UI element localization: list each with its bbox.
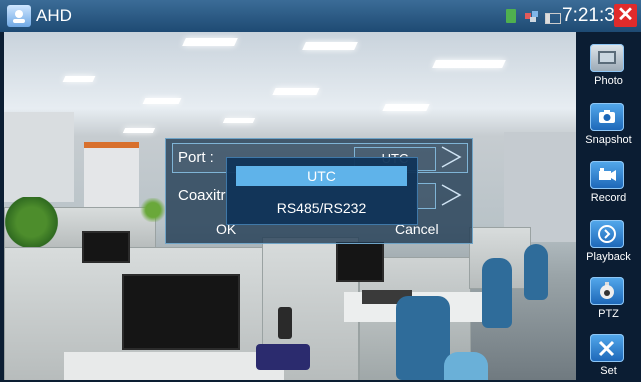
sidebar-item-photo[interactable]: Photo (576, 36, 641, 92)
office-chair (482, 258, 512, 328)
ceiling-light (382, 104, 430, 111)
plant (4, 197, 59, 247)
dropdown-option-rs485-rs232[interactable]: RS485/RS232 (236, 198, 407, 218)
tools-icon (590, 334, 624, 362)
photo-icon (590, 44, 624, 72)
coaxitron-next-arrow-icon[interactable] (436, 183, 464, 207)
ceiling-light (222, 118, 256, 123)
camera-app-icon (7, 5, 31, 27)
pillar (4, 112, 74, 202)
sidebar-item-label: Set (600, 365, 617, 377)
close-button[interactable]: ✕ (614, 4, 637, 27)
sidebar-item-label: Record (590, 192, 627, 204)
ceiling-light (122, 128, 156, 133)
sidebar: Photo Snapshot Record Playback PTZ Set (576, 32, 641, 382)
ceiling-light (142, 98, 182, 104)
sidebar-item-label: Snapshot (585, 134, 632, 146)
coaxitron-label: Coaxitr (178, 187, 226, 204)
ceiling-light (302, 42, 358, 50)
sidebar-item-label: Playback (586, 251, 631, 263)
coaxitron-select[interactable] (416, 183, 436, 209)
desk (64, 352, 284, 380)
ceiling-light (432, 60, 506, 68)
sidebar-item-set[interactable]: Set (576, 326, 641, 382)
title-bar: AHD 7:21:31 ✕ (0, 0, 641, 32)
playback-icon (590, 220, 624, 248)
monitor (336, 242, 384, 282)
sidebar-item-label: PTZ (598, 308, 619, 320)
waste-bin (444, 352, 488, 380)
mouse-pad (256, 344, 310, 370)
sd-card-icon (506, 9, 516, 23)
back-wall (504, 132, 576, 242)
water-bottle (278, 307, 292, 339)
ceiling-light (182, 38, 238, 46)
camera-icon (590, 103, 624, 131)
port-label: Port : (178, 149, 214, 166)
sidebar-item-record[interactable]: Record (576, 153, 641, 209)
port-next-arrow-icon[interactable] (436, 145, 464, 169)
battery-icon (545, 13, 561, 24)
app-title: AHD (36, 6, 72, 25)
monitor (122, 274, 240, 350)
ptz-camera-icon (590, 277, 624, 305)
port-dropdown-list: UTC RS485/RS232 (226, 157, 418, 225)
dropdown-option-utc[interactable]: UTC (236, 166, 407, 186)
office-chair (524, 244, 548, 300)
ceiling-light (62, 76, 96, 82)
ceiling-light (272, 88, 320, 95)
sidebar-item-playback[interactable]: Playback (576, 212, 641, 268)
network-icon (525, 11, 538, 22)
sidebar-item-snapshot[interactable]: Snapshot (576, 95, 641, 151)
office-chair (396, 296, 450, 380)
plant (139, 198, 167, 222)
sidebar-item-label: Photo (594, 75, 623, 87)
sidebar-item-ptz[interactable]: PTZ (576, 269, 641, 325)
record-icon (590, 161, 624, 189)
monitor (82, 231, 130, 263)
